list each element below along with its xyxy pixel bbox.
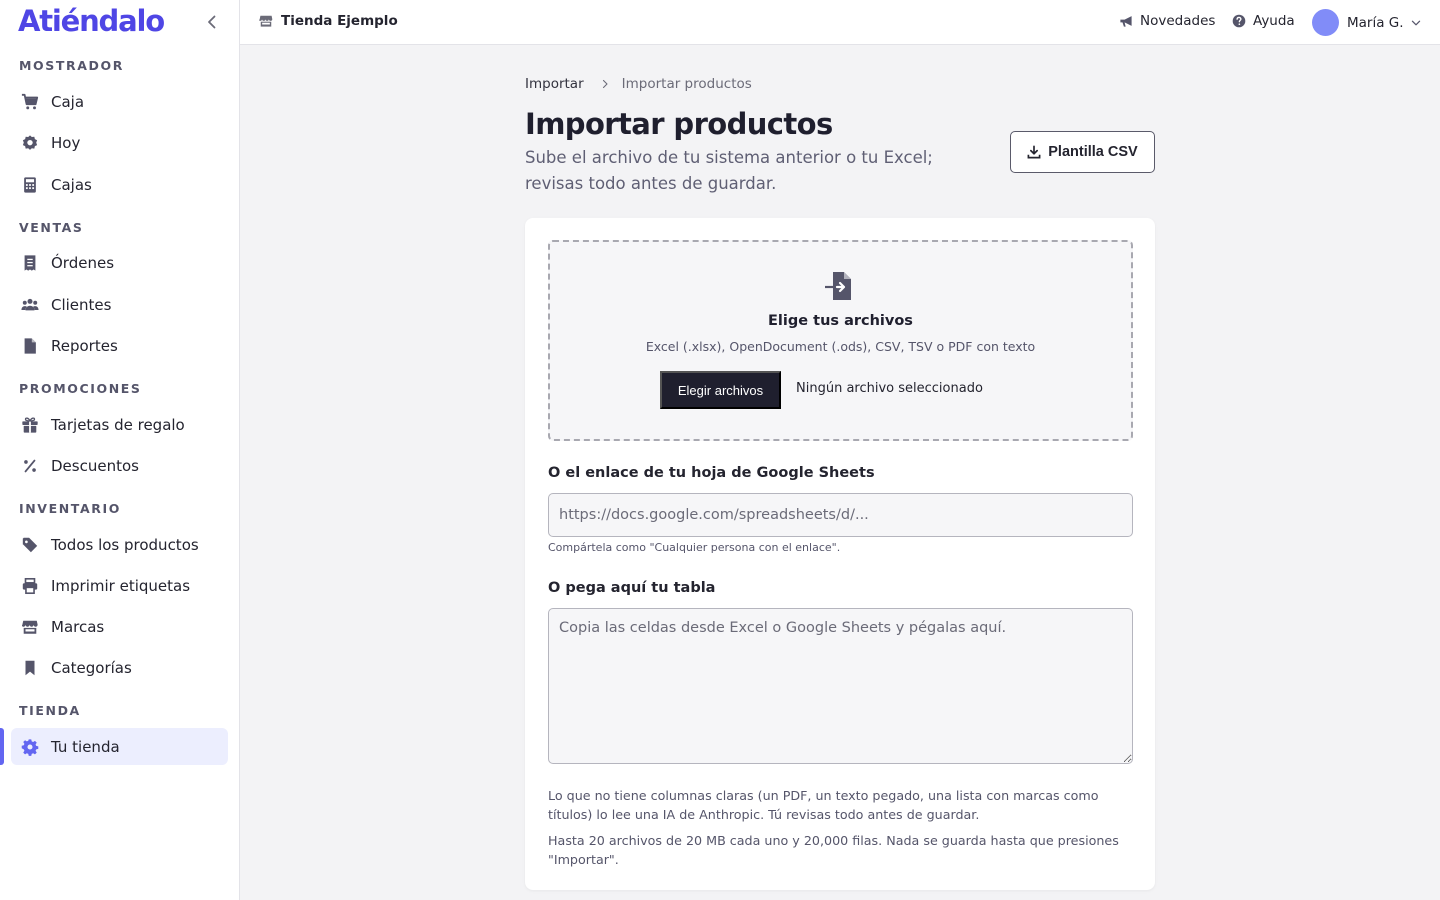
- download-template-label: Plantilla CSV: [1048, 144, 1138, 160]
- sidebar-item-todos-los-productos[interactable]: Todos los productos: [11, 526, 228, 563]
- section-promociones: PROMOCIONES: [19, 381, 142, 396]
- choose-files-button[interactable]: Elegir archivos: [660, 371, 781, 409]
- download-template-button[interactable]: Plantilla CSV: [1010, 131, 1155, 173]
- download-icon: [1027, 145, 1041, 159]
- page-subtitle: Sube el archivo de tu sistema anterior o…: [525, 148, 933, 193]
- paste-label: O pega aquí tu tabla: [548, 580, 716, 596]
- sidebar-item-categorias[interactable]: Categorías: [11, 649, 228, 686]
- store-switcher[interactable]: Tienda Ejemplo: [259, 13, 398, 29]
- sidebar-item-label: Clientes: [51, 295, 112, 314]
- sidebar-item-descuentos[interactable]: Descuentos: [11, 447, 228, 484]
- sidebar-item-label: Imprimir etiquetas: [51, 576, 191, 595]
- sidebar-item-marcas[interactable]: Marcas: [11, 608, 228, 645]
- sidebar: Atiéndalo MOSTRADOR Caja Hoy Cajas VENTA…: [0, 0, 240, 900]
- file-status: Ningún archivo seleccionado: [796, 381, 983, 396]
- megaphone-icon: [1119, 14, 1133, 28]
- sidebar-item-tu-tienda[interactable]: Tu tienda: [11, 728, 228, 765]
- dropzone-title: Elige tus archivos: [768, 313, 913, 329]
- users-icon: [21, 296, 39, 314]
- section-tienda: TIENDA: [19, 703, 81, 718]
- active-indicator: [0, 728, 4, 765]
- user-menu[interactable]: María G.: [1312, 9, 1422, 36]
- store-name: Tienda Ejemplo: [281, 13, 398, 29]
- section-mostrador: MOSTRADOR: [19, 58, 124, 73]
- printer-icon: [21, 577, 39, 595]
- collapse-sidebar-icon[interactable]: [202, 12, 222, 32]
- limits-note: Hasta 20 archivos de 20 MB cada uno y 20…: [548, 833, 1119, 867]
- news-label: Novedades: [1140, 13, 1216, 29]
- sidebar-item-label: Cajas: [51, 175, 92, 194]
- ai-note: Lo que no tiene columnas claras (un PDF,…: [548, 788, 1099, 822]
- paste-table-textarea[interactable]: [548, 608, 1133, 764]
- sidebar-item-imprimir-etiquetas[interactable]: Imprimir etiquetas: [11, 567, 228, 604]
- bookmark-icon: [21, 659, 39, 677]
- sheets-label: O el enlace de tu hoja de Google Sheets: [548, 465, 875, 481]
- help-link[interactable]: Ayuda: [1232, 13, 1295, 29]
- calculator-icon: [21, 176, 39, 194]
- sidebar-item-caja[interactable]: Caja: [11, 83, 228, 120]
- sidebar-item-tarjetas-de-regalo[interactable]: Tarjetas de regalo: [11, 406, 228, 443]
- sidebar-item-ordenes[interactable]: Órdenes: [11, 244, 228, 281]
- breadcrumb: Importar Importar productos: [525, 76, 752, 92]
- sheets-url-input[interactable]: [548, 493, 1133, 537]
- breadcrumb-current: Importar productos: [621, 76, 752, 92]
- store-icon: [21, 618, 39, 636]
- dropzone-formats: Excel (.xlsx), OpenDocument (.ods), CSV,…: [645, 339, 1036, 354]
- settings-icon: [21, 738, 39, 756]
- percent-icon: [21, 457, 39, 475]
- sidebar-item-label: Todos los productos: [51, 535, 199, 554]
- sidebar-item-label: Descuentos: [51, 456, 139, 475]
- sidebar-item-clientes[interactable]: Clientes: [11, 286, 228, 323]
- sidebar-item-label: Caja: [51, 92, 85, 111]
- sidebar-item-label: Reportes: [51, 336, 118, 355]
- sidebar-item-reportes[interactable]: Reportes: [11, 327, 228, 364]
- question-icon: [1232, 14, 1246, 28]
- page-title: Importar productos: [525, 107, 833, 141]
- sidebar-item-label: Hoy: [51, 133, 81, 152]
- sidebar-item-hoy[interactable]: Hoy: [11, 124, 228, 161]
- sidebar-item-label: Tu tienda: [51, 737, 120, 756]
- sheets-hint: Compártela como "Cualquier persona con e…: [548, 541, 841, 554]
- receipt-icon: [21, 254, 39, 272]
- section-inventario: INVENTARIO: [19, 501, 121, 516]
- avatar: [1312, 9, 1339, 36]
- sidebar-item-label: Tarjetas de regalo: [51, 415, 185, 434]
- news-link[interactable]: Novedades: [1119, 13, 1215, 29]
- sidebar-item-cajas[interactable]: Cajas: [11, 166, 228, 203]
- chevron-down-icon: [1410, 17, 1422, 29]
- brand-logo[interactable]: Atiéndalo: [18, 4, 165, 38]
- gear-badge-icon: [21, 134, 39, 152]
- tag-icon: [21, 536, 39, 554]
- sidebar-item-label: Marcas: [51, 617, 105, 636]
- store-icon: [259, 14, 273, 28]
- topbar: Tienda Ejemplo Novedades Ayuda María G.: [240, 0, 1440, 45]
- chevron-right-icon: [600, 79, 610, 89]
- cart-icon: [21, 93, 39, 111]
- gift-icon: [21, 416, 39, 434]
- breadcrumb-importar[interactable]: Importar: [525, 76, 584, 92]
- sidebar-item-label: Órdenes: [51, 253, 115, 272]
- user-name: María G.: [1347, 14, 1404, 31]
- section-ventas: VENTAS: [19, 220, 84, 235]
- document-icon: [21, 337, 39, 355]
- help-label: Ayuda: [1253, 13, 1295, 29]
- file-import-icon: [824, 270, 856, 302]
- sidebar-item-label: Categorías: [51, 658, 132, 677]
